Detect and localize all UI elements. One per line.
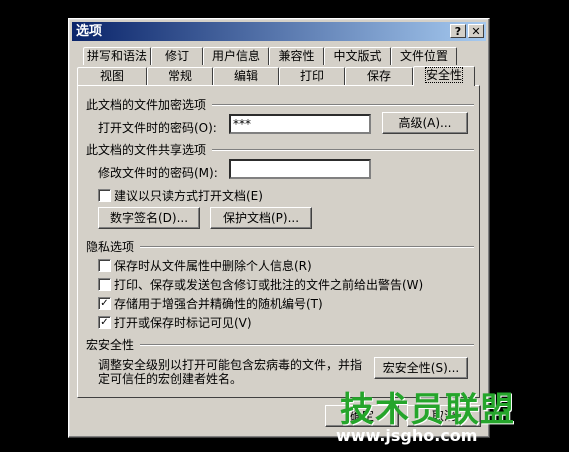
privacy-option-remove-info: 保存时从文件属性中删除个人信息(R) [114,259,312,273]
tab-spelling-grammar[interactable]: 拼写和语法 [83,47,151,65]
watermark-brand: 技术员联盟 [340,390,515,430]
readonly-checkbox[interactable] [98,189,111,202]
title-bar: 选项 ? ✕ [72,22,486,41]
macro-description-line2: 定可信任的宏创建者姓名。 [98,372,243,386]
tab-asian-typography[interactable]: 中文版式 [324,47,391,65]
tab-save[interactable]: 保存 [345,67,413,85]
tab-track-changes[interactable]: 修订 [151,47,203,65]
privacy-option-warn: 打印、保存或发送包含修订或批注的文件之前给出警告(W) [114,278,424,292]
macro-security-button[interactable]: 宏安全性(S)... [374,357,468,379]
tab-security[interactable]: 安全性 [413,66,475,86]
privacy-section-title: 隐私选项 [86,240,135,254]
privacy-checkbox-visible-markup[interactable]: ✓ [98,316,111,329]
tab-edit[interactable]: 编辑 [213,67,279,85]
tab-view[interactable]: 视图 [77,67,147,85]
tab-print[interactable]: 打印 [279,67,345,85]
tab-user-info[interactable]: 用户信息 [203,47,269,65]
readonly-label: 建议以只读方式打开文档(E) [114,189,263,203]
close-button[interactable]: ✕ [468,24,484,38]
privacy-option-random-number: 存储用于增强合并精确性的随机编号(T) [114,297,323,311]
tab-general[interactable]: 常规 [147,67,213,85]
tab-file-locations[interactable]: 文件位置 [391,47,457,65]
privacy-option-visible-markup: 打开或保存时标记可见(V) [114,316,252,330]
privacy-checkbox-remove-info[interactable] [98,259,111,272]
open-password-input[interactable]: *** [229,114,371,134]
digital-signature-button[interactable]: 数字签名(D)... [98,207,200,229]
privacy-divider [140,246,474,248]
protect-document-button[interactable]: 保护文档(P)... [210,207,312,229]
help-button[interactable]: ? [450,24,466,38]
advanced-button[interactable]: 高级(A)... [382,112,468,134]
macro-divider [140,344,474,346]
options-dialog: 选项 ? ✕ 拼写和语法 修订 用户信息 兼容性 中文版式 文件位置 视图 常规… [68,18,490,438]
modify-password-label: 修改文件时的密码(M): [98,166,218,180]
security-panel: 此文档的文件加密选项 打开文件时的密码(O): *** 高级(A)... 此文档… [77,85,480,398]
macro-section-title: 宏安全性 [86,338,135,352]
open-password-label: 打开文件时的密码(O): [98,121,217,135]
privacy-checkbox-random-number[interactable]: ✓ [98,297,111,310]
watermark-url: www.jsgho.com [336,426,478,445]
tab-compatibility[interactable]: 兼容性 [269,47,324,65]
window-title: 选项 [76,24,103,39]
modify-password-input[interactable] [229,159,371,179]
encrypt-divider [212,104,474,106]
privacy-checkbox-warn[interactable] [98,278,111,291]
share-divider [212,149,474,151]
share-section-title: 此文档的文件共享选项 [86,143,207,157]
encrypt-section-title: 此文档的文件加密选项 [86,98,207,112]
